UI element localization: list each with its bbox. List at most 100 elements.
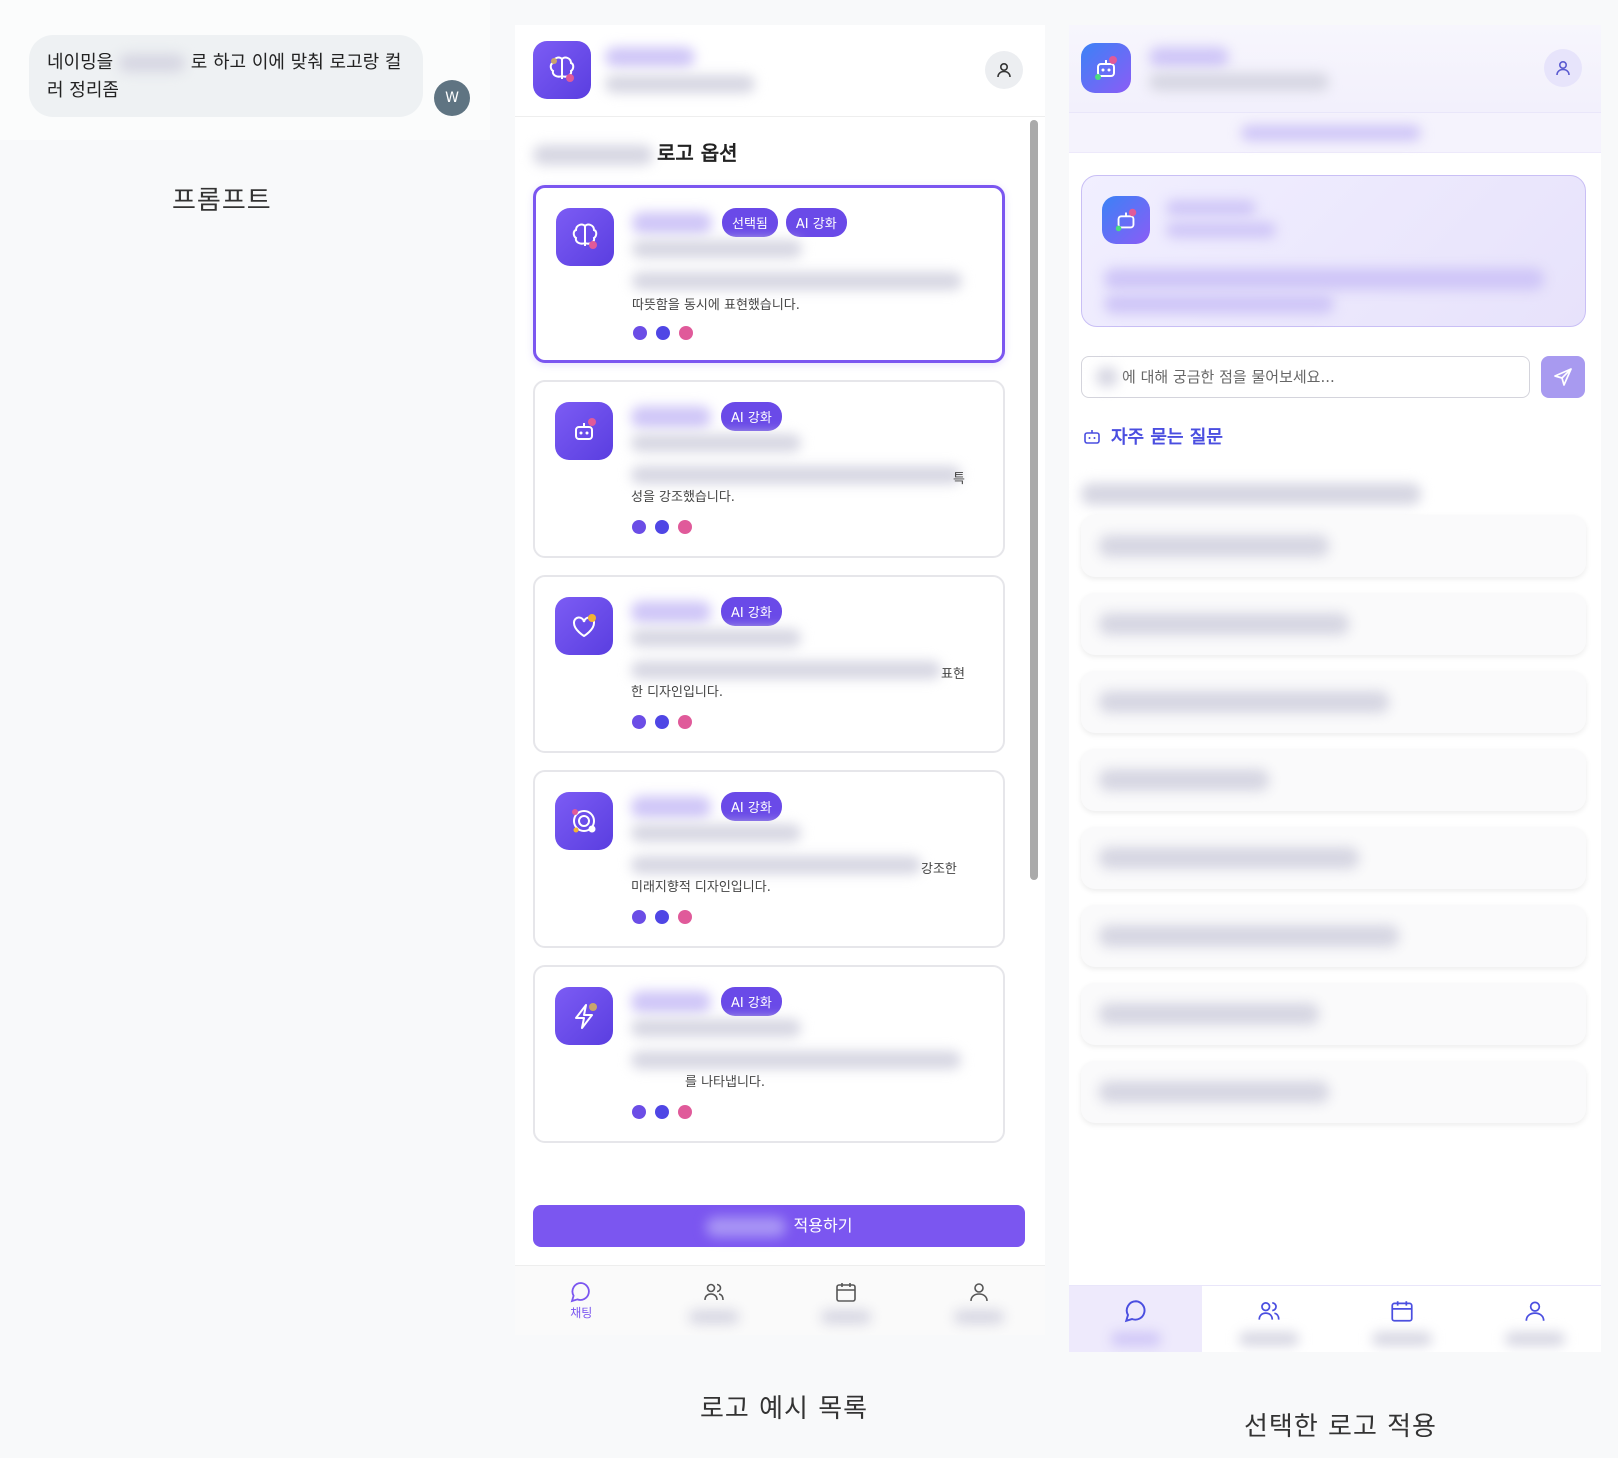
section-title: 로고 옵션 — [533, 137, 738, 166]
bottom-tab-bar: 채팅 — [515, 1265, 1045, 1335]
color-swatch — [678, 910, 692, 924]
description-redacted — [631, 1051, 961, 1069]
redacted-text — [705, 1216, 786, 1237]
faq-item[interactable] — [1081, 749, 1586, 811]
users-icon — [1257, 1302, 1280, 1320]
color-swatch — [632, 520, 646, 534]
badge-group: AI 강화 — [721, 597, 782, 626]
redacted-text — [533, 144, 653, 165]
logo-name-redacted — [631, 406, 711, 428]
section-title-label: 로고 옵션 — [657, 141, 738, 165]
app-header — [515, 25, 1045, 117]
logo-option-card-3[interactable]: AI 강화 표현 한 디자인입니다. — [533, 575, 1005, 753]
description-redacted — [631, 824, 801, 842]
redacted-label — [688, 1310, 739, 1324]
logo-name-redacted — [631, 991, 711, 1013]
tab-calendar[interactable] — [1335, 1286, 1468, 1352]
faq-item[interactable] — [1081, 671, 1586, 733]
color-swatch — [632, 910, 646, 924]
heart-icon — [555, 597, 613, 655]
app-logo — [1081, 43, 1131, 93]
list-caption: 로고 예시 목록 — [700, 1394, 869, 1424]
badge-group: AI 강화 — [721, 792, 782, 821]
input-placeholder: 에 대해 궁금한 점을 물어보세요... — [1122, 368, 1335, 386]
description-redacted — [631, 434, 801, 452]
applied-logo-panel: 에 대해 궁금한 점을 물어보세요... 자주 묻는 질문 — [1069, 25, 1601, 1352]
chat-icon — [1124, 1300, 1145, 1323]
redacted-text — [1096, 367, 1118, 387]
users-icon — [703, 1283, 724, 1301]
scrollbar[interactable] — [1030, 120, 1038, 880]
chat-icon — [570, 1282, 590, 1303]
color-palette — [633, 326, 693, 340]
calendar-icon — [1390, 1301, 1413, 1322]
redacted-text — [1241, 125, 1421, 141]
card-description-end: 표현 — [941, 667, 965, 682]
profile-button[interactable] — [1544, 49, 1582, 87]
color-palette — [632, 1105, 692, 1119]
orbit-icon — [555, 792, 613, 850]
tab-community[interactable] — [1202, 1286, 1335, 1352]
description-redacted — [632, 272, 962, 290]
faq-title-label: 자주 묻는 질문 — [1111, 427, 1223, 448]
ai-badge: AI 강화 — [721, 792, 782, 821]
faq-item[interactable] — [1081, 515, 1586, 577]
welcome-card — [1081, 175, 1586, 327]
user-avatar: W — [434, 80, 470, 116]
color-swatch — [678, 520, 692, 534]
brain-icon — [549, 56, 575, 82]
card-description: 를 나타냅니다. — [685, 1075, 766, 1090]
color-swatch — [655, 715, 669, 729]
tab-community[interactable] — [648, 1266, 781, 1335]
send-button[interactable] — [1541, 356, 1585, 398]
selected-badge: 선택됨 — [722, 208, 778, 237]
color-swatch — [655, 520, 669, 534]
description-redacted — [631, 629, 801, 647]
apply-button[interactable]: 적용하기 — [533, 1205, 1025, 1247]
logo-option-card-2[interactable]: AI 강화 특 성을 강조했습니다. — [533, 380, 1005, 558]
logo-option-card-4[interactable]: AI 강화 강조한 미래지향적 디자인입니다. — [533, 770, 1005, 948]
faq-item[interactable] — [1081, 1061, 1586, 1123]
redacted-label — [821, 1310, 872, 1324]
tab-profile[interactable] — [913, 1266, 1046, 1335]
logo-option-card-5[interactable]: AI 강화 를 나타냅니다. — [533, 965, 1005, 1143]
tab-calendar[interactable] — [780, 1266, 913, 1335]
user-icon — [997, 62, 1011, 78]
card-description: 성을 강조했습니다. — [631, 490, 735, 505]
badge-group: AI 강화 — [721, 987, 782, 1016]
card-description: 미래지향적 디자인입니다. — [631, 880, 771, 895]
message-part-1: 네이밍을 — [47, 52, 114, 73]
logo-name-redacted — [631, 601, 711, 623]
card-description-end: 강조한 — [921, 862, 957, 877]
redacted-label — [1238, 1332, 1299, 1346]
redacted-label — [1371, 1332, 1432, 1346]
app-name-redacted — [1149, 47, 1229, 67]
profile-button[interactable] — [985, 51, 1023, 89]
ai-badge: AI 강화 — [721, 987, 782, 1016]
color-swatch — [633, 326, 647, 340]
color-swatch — [656, 326, 670, 340]
tab-chat[interactable] — [1069, 1286, 1202, 1352]
app-name-redacted — [605, 47, 695, 67]
calendar-icon — [836, 1283, 857, 1302]
bottom-tab-bar — [1069, 1285, 1601, 1352]
faq-item[interactable] — [1081, 983, 1586, 1045]
redacted-text — [1166, 200, 1256, 216]
lightning-icon — [555, 987, 613, 1045]
faq-item[interactable] — [1081, 593, 1586, 655]
ai-badge: AI 강화 — [721, 597, 782, 626]
question-input[interactable]: 에 대해 궁금한 점을 물어보세요... — [1081, 356, 1530, 398]
robot-icon — [1095, 56, 1117, 80]
redacted-name — [118, 54, 185, 72]
redacted-label — [953, 1310, 1004, 1324]
faq-item[interactable] — [1081, 827, 1586, 889]
tab-chat[interactable]: 채팅 — [515, 1266, 648, 1335]
tab-profile[interactable] — [1468, 1286, 1601, 1352]
badge-group: AI 강화 — [721, 402, 782, 431]
robot-icon — [1115, 208, 1137, 232]
logo-option-card-1[interactable]: 선택됨 AI 강화 따뜻함을 동시에 표현했습니다. — [533, 185, 1005, 363]
color-palette — [632, 715, 692, 729]
redacted-text — [1166, 222, 1276, 238]
faq-item[interactable] — [1081, 905, 1586, 967]
user-message-bubble: 네이밍을 로 하고 이에 맞춰 로고랑 컬러 정리좀 — [29, 35, 423, 117]
